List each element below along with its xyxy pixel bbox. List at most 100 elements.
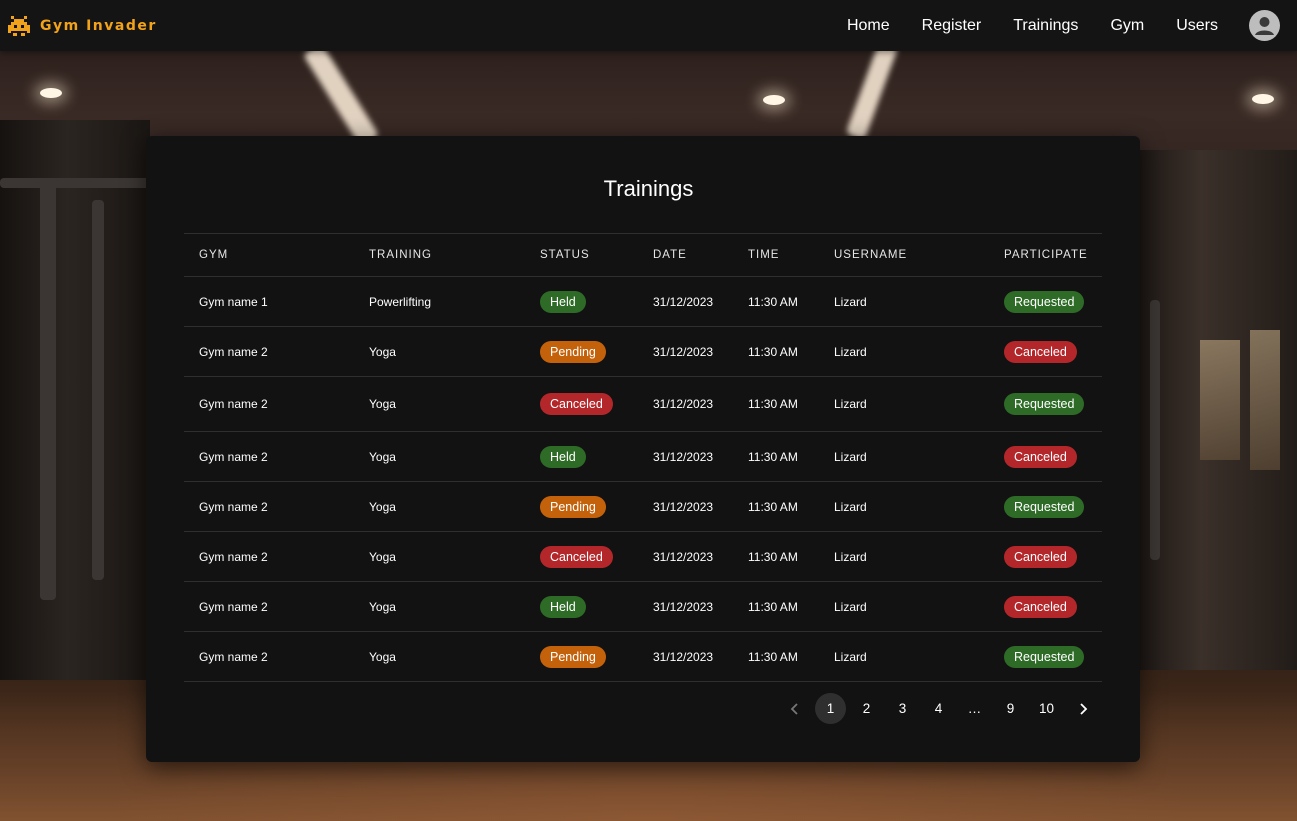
cell-training: Yoga (369, 344, 396, 359)
participate-chip[interactable]: Requested (1004, 495, 1085, 518)
cell-time: 11:30 AM (748, 344, 798, 359)
cell-participate: Canceled (1004, 327, 1077, 376)
status-chip: Held (540, 445, 586, 468)
page-button[interactable]: 3 (887, 693, 918, 724)
cell-gym: Gym name 2 (199, 549, 268, 564)
cell-gym: Gym name 1 (199, 294, 268, 309)
next-page-button[interactable] (1067, 693, 1098, 724)
cell-time: 11:30 AM (748, 599, 798, 614)
participate-chip[interactable]: Requested (1004, 645, 1085, 668)
cell-time: 11:30 AM (748, 499, 798, 514)
column-header-date: DATE (653, 249, 687, 261)
page-button[interactable]: 9 (995, 693, 1026, 724)
cell-time: 11:30 AM (748, 294, 798, 309)
page-button[interactable]: 10 (1031, 693, 1062, 724)
cell-participate: Canceled (1004, 432, 1077, 481)
cell-participate: Canceled (1004, 532, 1077, 581)
cell-training: Yoga (369, 649, 396, 664)
table-row[interactable]: Gym name 2 Yoga Held 31/12/2023 11:30 AM Liza… (184, 432, 1102, 482)
cell-participate: Requested (1004, 377, 1085, 431)
cell-gym: Gym name 2 (199, 599, 268, 614)
status-chip: Pending (540, 645, 606, 668)
cell-username: Lizard (834, 499, 867, 514)
participate-chip[interactable]: Canceled (1004, 545, 1077, 568)
trainings-table: GYM TRAINING STATUS DATE TIME USERNAME P… (184, 233, 1102, 682)
cell-participate: Canceled (1004, 582, 1077, 631)
cell-status: Held (540, 277, 586, 326)
cell-date: 31/12/2023 (653, 397, 714, 411)
cell-time: 11:30 AM (748, 649, 798, 664)
nav-trainings[interactable]: Trainings (1013, 17, 1078, 35)
status-chip: Pending (540, 495, 606, 518)
table-row[interactable]: Gym name 2 Yoga Pending 31/12/2023 11:30 AM L… (184, 482, 1102, 532)
table-row[interactable]: Gym name 2 Yoga Pending 31/12/2023 11:30 AM L… (184, 632, 1102, 682)
chevron-left-icon (790, 702, 798, 715)
cell-training: Yoga (369, 397, 396, 411)
page-button[interactable]: 4 (923, 693, 954, 724)
space-invader-icon (8, 15, 30, 36)
chevron-right-icon (1079, 702, 1087, 715)
participate-chip[interactable]: Canceled (1004, 340, 1077, 363)
nav-register[interactable]: Register (922, 17, 982, 35)
table-row[interactable]: Gym name 2 Yoga Held 31/12/2023 11:30 AM Liza… (184, 582, 1102, 632)
cell-gym: Gym name 2 (199, 449, 268, 464)
cell-status: Pending (540, 482, 606, 531)
cell-time: 11:30 AM (748, 397, 798, 411)
table-body: Gym name 1 Powerlifting Held 31/12/2023 11:3… (184, 277, 1102, 682)
cell-gym: Gym name 2 (199, 397, 268, 411)
cell-participate: Requested (1004, 277, 1085, 326)
top-navigation-bar: Gym Invader Home Register Trainings Gym … (0, 0, 1297, 51)
column-header-gym: GYM (199, 249, 229, 261)
cell-training: Yoga (369, 599, 396, 614)
brand-logo[interactable]: Gym Invader (6, 0, 157, 51)
status-chip: Pending (540, 340, 606, 363)
cell-status: Canceled (540, 532, 613, 581)
column-header-training: TRAINING (369, 249, 432, 261)
participate-chip[interactable]: Requested (1004, 393, 1085, 415)
cell-participate: Requested (1004, 482, 1085, 531)
status-chip: Canceled (540, 545, 613, 568)
cell-username: Lizard (834, 549, 867, 564)
account-button[interactable] (1249, 10, 1280, 41)
cell-status: Pending (540, 327, 606, 376)
cell-training: Yoga (369, 449, 396, 464)
table-row[interactable]: Gym name 1 Powerlifting Held 31/12/2023 11:3… (184, 277, 1102, 327)
cell-date: 31/12/2023 (653, 294, 714, 309)
cell-date: 31/12/2023 (653, 449, 714, 464)
participate-chip[interactable]: Canceled (1004, 445, 1077, 468)
account-circle-icon (1255, 17, 1274, 35)
table-row[interactable]: Gym name 2 Yoga Canceled 31/12/2023 11:30 AM… (184, 377, 1102, 432)
page-button[interactable]: 1 (815, 693, 846, 724)
column-header-username: USERNAME (834, 249, 908, 261)
table-row[interactable]: Gym name 2 Yoga Canceled 31/12/2023 11:30 AM… (184, 532, 1102, 582)
cell-time: 11:30 AM (748, 549, 798, 564)
cell-status: Pending (540, 632, 606, 681)
page-button[interactable]: 2 (851, 693, 882, 724)
column-header-status: STATUS (540, 249, 590, 261)
cell-status: Held (540, 582, 586, 631)
cell-username: Lizard (834, 397, 867, 411)
nav-gym[interactable]: Gym (1110, 17, 1144, 35)
column-header-participate: PARTICIPATE (1004, 249, 1088, 261)
cell-gym: Gym name 2 (199, 344, 268, 359)
brand-name: Gym Invader (40, 17, 157, 34)
nav-users[interactable]: Users (1176, 17, 1218, 35)
pagination-ellipsis: … (967, 701, 982, 716)
cell-username: Lizard (834, 599, 867, 614)
cell-username: Lizard (834, 649, 867, 664)
cell-username: Lizard (834, 294, 867, 309)
page-title: Trainings (603, 176, 694, 201)
cell-date: 31/12/2023 (653, 344, 714, 359)
cell-participate: Requested (1004, 632, 1085, 681)
main-nav: Home Register Trainings Gym Users (847, 0, 1297, 51)
table-row[interactable]: Gym name 2 Yoga Pending 31/12/2023 11:30 AM L… (184, 327, 1102, 377)
cell-username: Lizard (834, 449, 867, 464)
participate-chip[interactable]: Requested (1004, 290, 1085, 313)
table-header-row: GYM TRAINING STATUS DATE TIME USERNAME P… (184, 234, 1102, 277)
previous-page-button[interactable] (779, 693, 810, 724)
nav-home[interactable]: Home (847, 17, 890, 35)
participate-chip[interactable]: Canceled (1004, 595, 1077, 618)
cell-date: 31/12/2023 (653, 599, 714, 614)
cell-gym: Gym name 2 (199, 499, 268, 514)
cell-username: Lizard (834, 344, 867, 359)
